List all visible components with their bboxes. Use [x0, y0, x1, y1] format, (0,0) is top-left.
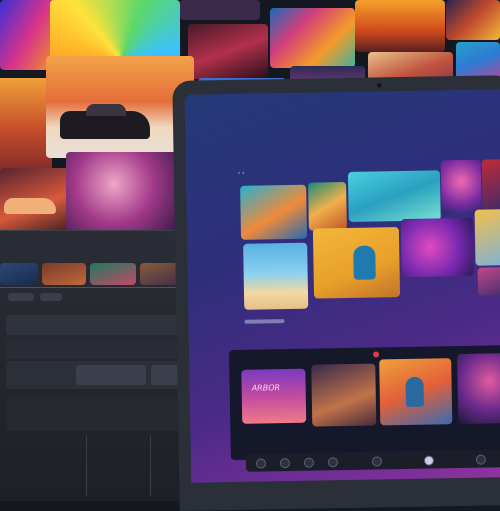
festival-tile — [270, 8, 355, 68]
close-icon[interactable] — [371, 456, 383, 467]
laptop: ‹ › ARBOR — [172, 75, 500, 511]
back-arrow-icon[interactable]: ‹ › — [238, 170, 245, 177]
gallery-thumbnail[interactable] — [440, 159, 482, 215]
dance-party-tile — [66, 152, 186, 232]
playback-toolbar — [245, 449, 500, 472]
home-icon[interactable] — [255, 458, 267, 469]
dark-tile — [180, 0, 260, 20]
gallery-thumbnail[interactable] — [243, 242, 309, 310]
webcam-icon — [377, 83, 382, 88]
gallery-thumbnail[interactable] — [240, 184, 308, 240]
ocean-tile — [456, 42, 500, 80]
camera-icon[interactable] — [303, 457, 315, 468]
search-icon[interactable] — [279, 458, 291, 469]
heart-icon[interactable] — [423, 455, 435, 466]
gallery-thumbnail[interactable] — [312, 227, 401, 299]
profile-icon[interactable] — [475, 454, 487, 465]
timeline-thumbnail[interactable] — [90, 263, 136, 285]
figure-shape — [353, 245, 376, 280]
gallery-thumbnail[interactable] — [457, 352, 500, 425]
gallery-thumbnail[interactable] — [481, 159, 500, 210]
van-sunset-tile — [355, 0, 445, 52]
accent-marker — [373, 351, 380, 358]
concert-tile — [188, 24, 268, 79]
timeline-thumbnail-strip — [0, 263, 200, 285]
gallery-thumbnail[interactable] — [347, 170, 441, 222]
pause-button[interactable] — [40, 293, 62, 301]
gallery-thumbnail[interactable] — [474, 209, 500, 266]
sports-car-tile — [0, 168, 72, 236]
dancers-tile — [446, 0, 500, 40]
playhead-line — [0, 287, 200, 288]
gallery-thumbnail[interactable] — [400, 217, 474, 278]
sports-car-shape — [4, 198, 56, 214]
spectrum-tile — [50, 0, 180, 60]
menu-bar[interactable] — [244, 319, 285, 324]
gallery-thumbnail[interactable] — [311, 363, 377, 427]
media-row-panel: ARBOR — [228, 344, 500, 461]
track-divider — [86, 436, 87, 496]
poster-text: ARBOR — [251, 383, 281, 393]
gallery-thumbnail[interactable] — [308, 181, 347, 231]
gallery-thumbnail[interactable] — [379, 358, 453, 426]
car-window — [86, 104, 126, 116]
track-divider — [150, 436, 151, 496]
gallery-thumbnail[interactable] — [477, 267, 500, 296]
gallery-thumbnail[interactable]: ARBOR — [241, 368, 307, 424]
settings-icon[interactable] — [327, 457, 339, 468]
timeline-thumbnail[interactable] — [42, 263, 86, 285]
clip-option-box[interactable] — [76, 365, 146, 385]
figure-shape — [405, 376, 424, 407]
timeline-thumbnail[interactable] — [0, 263, 38, 285]
play-button[interactable] — [8, 293, 34, 301]
media-gallery-screen: ‹ › ARBOR — [184, 89, 500, 483]
